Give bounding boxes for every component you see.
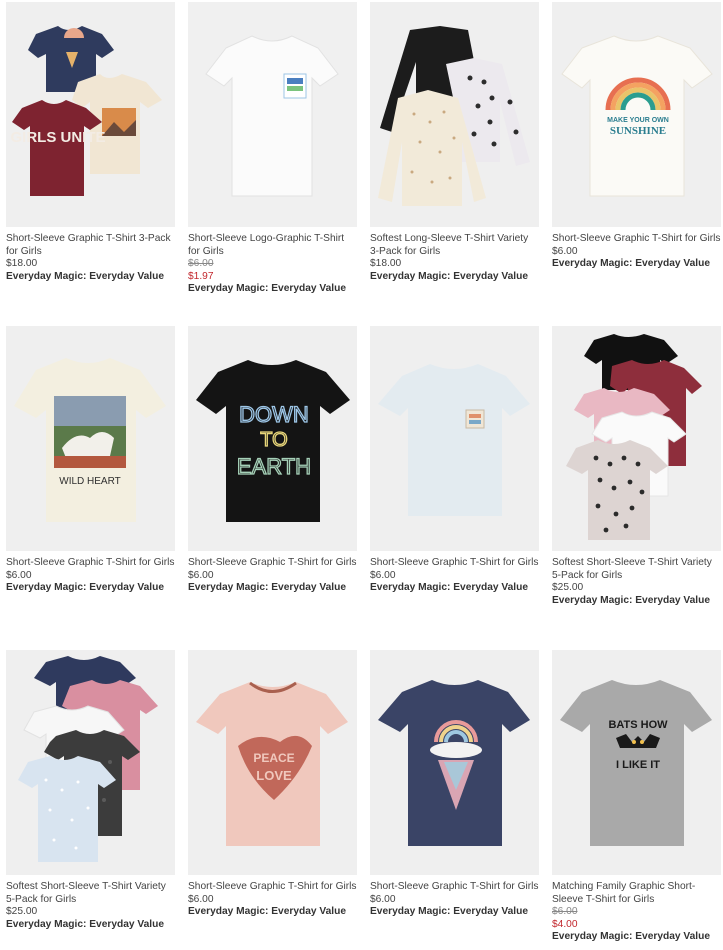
sale-price: $4.00 xyxy=(552,918,578,930)
shirt-graphic-text: GIRLS UNITE xyxy=(10,129,105,146)
product-card[interactable]: WILD HEART Short-Sleeve Graphic T-Shirt … xyxy=(6,326,175,626)
shirt-graphic-text: WILD HEART xyxy=(59,476,121,487)
product-name[interactable]: Softest Short-Sleeve T-Shirt Variety 5-P… xyxy=(6,881,175,906)
product-price: $25.00 xyxy=(6,906,38,918)
shirt-graphic-text-2: I LIKE IT xyxy=(616,759,660,771)
product-card[interactable]: PEACE LOVE Short-Sleeve Graphic T-Shirt … xyxy=(188,650,357,950)
shirt-graphic-text-3: EARTH xyxy=(237,454,311,479)
product-image[interactable]: GIRLS UNITE xyxy=(6,2,175,227)
sale-price: $1.97 xyxy=(188,270,214,282)
product-card[interactable]: Softest Short-Sleeve T-Shirt Variety 5-P… xyxy=(6,650,175,950)
product-name[interactable]: Softest Long-Sleeve T-Shirt Variety 3-Pa… xyxy=(370,233,539,258)
product-image[interactable]: WILD HEART xyxy=(6,326,175,551)
promo-label: Everyday Magic: Everyday Value xyxy=(188,582,346,594)
product-price: $25.00 xyxy=(552,582,584,594)
product-price: $18.00 xyxy=(6,258,38,270)
promo-label: Everyday Magic: Everyday Value xyxy=(552,258,710,270)
product-price: $6.00 xyxy=(370,569,396,581)
product-name[interactable]: Short-Sleeve Graphic T-Shirt 3-Pack for … xyxy=(6,233,175,258)
product-card[interactable]: Short-Sleeve Graphic T-Shirt for Girls $… xyxy=(370,650,539,950)
regular-price: $6.00 xyxy=(188,258,214,270)
product-name[interactable]: Short-Sleeve Graphic T-Shirt for Girls xyxy=(188,557,357,570)
product-name[interactable]: Short-Sleeve Graphic T-Shirt for Girls xyxy=(370,881,539,894)
product-price: $6.00 xyxy=(370,893,396,905)
product-card[interactable]: Softest Long-Sleeve T-Shirt Variety 3-Pa… xyxy=(370,2,539,302)
shirt-graphic-text-2: TO xyxy=(260,429,287,451)
product-image[interactable] xyxy=(552,326,721,551)
product-card[interactable]: Short-Sleeve Graphic T-Shirt for Girls $… xyxy=(370,326,539,626)
promo-label: Everyday Magic: Everyday Value xyxy=(370,270,528,282)
product-name[interactable]: Short-Sleeve Graphic T-Shirt for Girls xyxy=(552,233,721,246)
product-card[interactable]: DOWN TO EARTH Short-Sleeve Graphic T-Shi… xyxy=(188,326,357,626)
product-name[interactable]: Softest Short-Sleeve T-Shirt Variety 5-P… xyxy=(552,557,721,582)
product-name[interactable]: Short-Sleeve Graphic T-Shirt for Girls xyxy=(188,881,357,894)
promo-label: Everyday Magic: Everyday Value xyxy=(188,283,346,295)
promo-label: Everyday Magic: Everyday Value xyxy=(370,582,528,594)
product-price: $6.00 xyxy=(188,893,214,905)
product-image[interactable]: DOWN TO EARTH xyxy=(188,326,357,551)
product-image[interactable]: MAKE YOUR OWN SUNSHINE xyxy=(552,2,721,227)
product-price: $6.00 xyxy=(6,569,32,581)
product-image[interactable] xyxy=(370,650,539,875)
product-card[interactable]: Softest Short-Sleeve T-Shirt Variety 5-P… xyxy=(552,326,721,626)
product-name[interactable]: Matching Family Graphic Short-Sleeve T-S… xyxy=(552,881,721,906)
product-price: $6.00 xyxy=(552,245,578,257)
shirt-graphic-text-2: SUNSHINE xyxy=(610,125,666,137)
product-price: $6.00 xyxy=(188,569,214,581)
product-price: $18.00 xyxy=(370,258,402,270)
shirt-graphic-text: MAKE YOUR OWN xyxy=(607,117,669,124)
promo-label: Everyday Magic: Everyday Value xyxy=(188,906,346,918)
product-name[interactable]: Short-Sleeve Graphic T-Shirt for Girls xyxy=(370,557,539,570)
product-image[interactable] xyxy=(188,2,357,227)
product-card[interactable]: GIRLS UNITE Short-Sleeve Graphic T-Shirt… xyxy=(6,2,175,302)
promo-label: Everyday Magic: Everyday Value xyxy=(552,931,710,943)
product-card[interactable]: MAKE YOUR OWN SUNSHINE Short-Sleeve Grap… xyxy=(552,2,721,302)
product-card[interactable]: Short-Sleeve Logo-Graphic T-Shirt for Gi… xyxy=(188,2,357,302)
regular-price: $6.00 xyxy=(552,906,578,918)
shirt-graphic-text: PEACE xyxy=(253,751,294,765)
promo-label: Everyday Magic: Everyday Value xyxy=(552,594,710,606)
product-card[interactable]: BATS HOW I LIKE IT Matching Family Graph… xyxy=(552,650,721,950)
product-name[interactable]: Short-Sleeve Logo-Graphic T-Shirt for Gi… xyxy=(188,233,357,258)
product-image[interactable] xyxy=(6,650,175,875)
promo-label: Everyday Magic: Everyday Value xyxy=(370,906,528,918)
promo-label: Everyday Magic: Everyday Value xyxy=(6,582,164,594)
shirt-graphic-text: BATS HOW xyxy=(608,719,668,731)
product-name[interactable]: Short-Sleeve Graphic T-Shirt for Girls xyxy=(6,557,175,570)
product-image[interactable] xyxy=(370,326,539,551)
product-image[interactable]: BATS HOW I LIKE IT xyxy=(552,650,721,875)
product-grid: GIRLS UNITE Short-Sleeve Graphic T-Shirt… xyxy=(6,2,721,950)
promo-label: Everyday Magic: Everyday Value xyxy=(6,270,164,282)
shirt-graphic-text: DOWN xyxy=(239,402,309,427)
shirt-graphic-text-2: LOVE xyxy=(256,768,292,783)
product-image[interactable]: PEACE LOVE xyxy=(188,650,357,875)
product-image[interactable] xyxy=(370,2,539,227)
promo-label: Everyday Magic: Everyday Value xyxy=(6,918,164,930)
